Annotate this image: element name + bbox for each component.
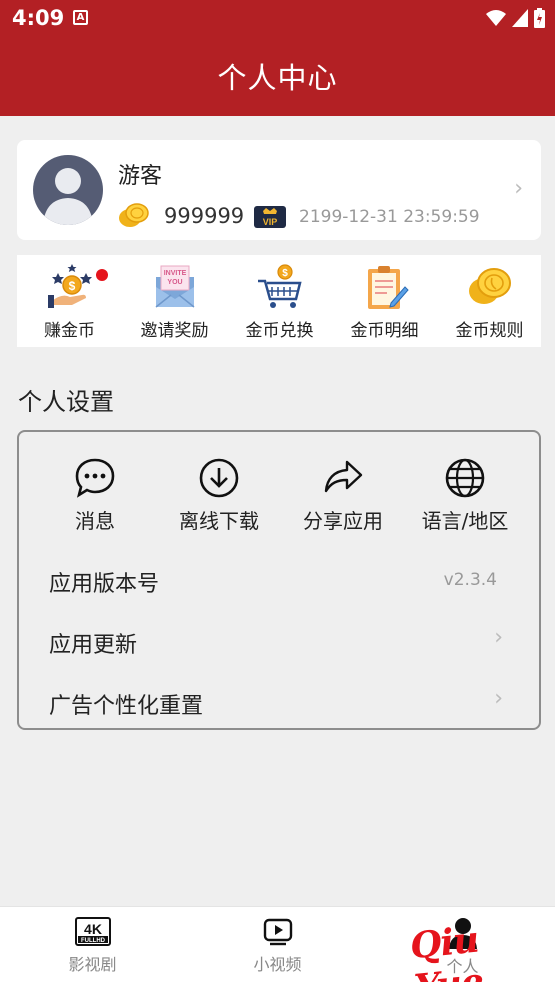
clipboard-icon xyxy=(367,266,409,309)
row-label: 应用版本号 xyxy=(49,572,160,597)
action-share-app[interactable]: 分享应用 xyxy=(281,457,405,537)
download-icon xyxy=(199,458,239,498)
svg-text:INVITE: INVITE xyxy=(163,270,186,277)
4k-icon: 4K FULLHD xyxy=(74,917,111,946)
nav-label: 小视频 xyxy=(253,955,302,974)
status-bar: 4:09 A xyxy=(0,0,555,36)
profile-card[interactable]: 游客 999999 VIP 2199-12-31 23:59:59 › xyxy=(17,140,541,240)
feature-label: 赚金币 xyxy=(44,321,95,341)
vip-expire-date: 2199-12-31 23:59:59 xyxy=(299,207,480,227)
nav-item-short-video[interactable]: 小视频 xyxy=(185,907,370,982)
avatar[interactable] xyxy=(33,155,103,225)
svg-text:$: $ xyxy=(282,268,288,279)
nav-item-tv-series[interactable]: 4K FULLHD 影视剧 xyxy=(0,907,185,982)
svg-text:4K: 4K xyxy=(84,921,102,937)
invite-envelope-icon: INVITE YOU xyxy=(155,265,194,308)
row-app-update[interactable]: 应用更新 › xyxy=(49,623,509,663)
svg-text:VIP: VIP xyxy=(263,217,278,227)
svg-text:YOU: YOU xyxy=(167,279,182,286)
earn-coins-icon: $ xyxy=(47,264,92,308)
action-label: 语言/地区 xyxy=(421,509,509,533)
nav-label: 影视剧 xyxy=(68,955,117,974)
action-label: 离线下载 xyxy=(179,509,259,533)
notification-badge xyxy=(96,269,108,281)
svg-text:$: $ xyxy=(68,279,75,293)
coin-icon xyxy=(119,203,149,227)
app-version-value: v2.3.4 xyxy=(443,570,497,590)
action-label: 分享应用 xyxy=(303,509,383,533)
feature-label: 邀请奖励 xyxy=(140,321,209,341)
section-title: 个人设置 xyxy=(18,388,114,416)
feature-invite-reward[interactable]: INVITE YOU 邀请奖励 xyxy=(122,255,227,347)
message-icon xyxy=(75,458,115,498)
chevron-right-icon: › xyxy=(494,625,503,650)
feature-label: 金币兑换 xyxy=(245,321,314,341)
app-bar: 个人中心 xyxy=(0,36,555,116)
action-offline-download[interactable]: 离线下载 xyxy=(157,457,281,537)
wifi-icon xyxy=(486,10,506,26)
battery-icon xyxy=(534,8,545,28)
coin-count: 999999 xyxy=(164,204,245,228)
page-title: 个人中心 xyxy=(217,61,338,95)
row-label: 应用更新 xyxy=(49,633,138,658)
globe-icon xyxy=(445,458,485,498)
row-ad-personalization-reset[interactable]: 广告个性化重置 › xyxy=(49,684,509,724)
vip-icon: VIP xyxy=(254,206,286,228)
action-messages[interactable]: 消息 xyxy=(33,457,157,537)
coin-feature-bar: $ 赚金币 INVITE YOU 邀请奖励 $ 金币兑换 金币明细 金币规则 xyxy=(17,255,541,347)
play-icon xyxy=(263,918,292,946)
share-icon xyxy=(324,460,363,493)
chevron-right-icon: › xyxy=(494,686,503,711)
status-icons xyxy=(486,8,545,28)
action-label: 消息 xyxy=(75,509,115,533)
coin-cart-icon: $ xyxy=(257,264,302,308)
username: 游客 xyxy=(118,164,163,189)
feature-label: 金币规则 xyxy=(455,321,524,341)
feature-coin-details[interactable]: 金币明细 xyxy=(332,255,437,347)
feature-label: 金币明细 xyxy=(350,321,419,341)
notification-icon: A xyxy=(73,10,88,25)
row-app-version: 应用版本号 v2.3.4 xyxy=(49,562,509,602)
status-time: 4:09 xyxy=(12,6,65,30)
settings-card: 消息 离线下载 分享应用 语言/地区 应用版本号 v2.3.4 应用更新 › 广… xyxy=(17,430,541,730)
feature-earn-coins[interactable]: $ 赚金币 xyxy=(17,255,122,347)
signal-icon xyxy=(512,9,528,27)
svg-text:FULLHD: FULLHD xyxy=(81,938,106,944)
action-language-region[interactable]: 语言/地区 xyxy=(403,457,527,537)
chevron-right-icon: › xyxy=(514,176,523,201)
feature-coin-rules[interactable]: 金币规则 xyxy=(437,255,542,347)
default-avatar-icon xyxy=(43,168,93,225)
coins-icon xyxy=(468,268,511,304)
row-label: 广告个性化重置 xyxy=(49,694,204,719)
feature-coin-exchange[interactable]: $ 金币兑换 xyxy=(227,255,332,347)
